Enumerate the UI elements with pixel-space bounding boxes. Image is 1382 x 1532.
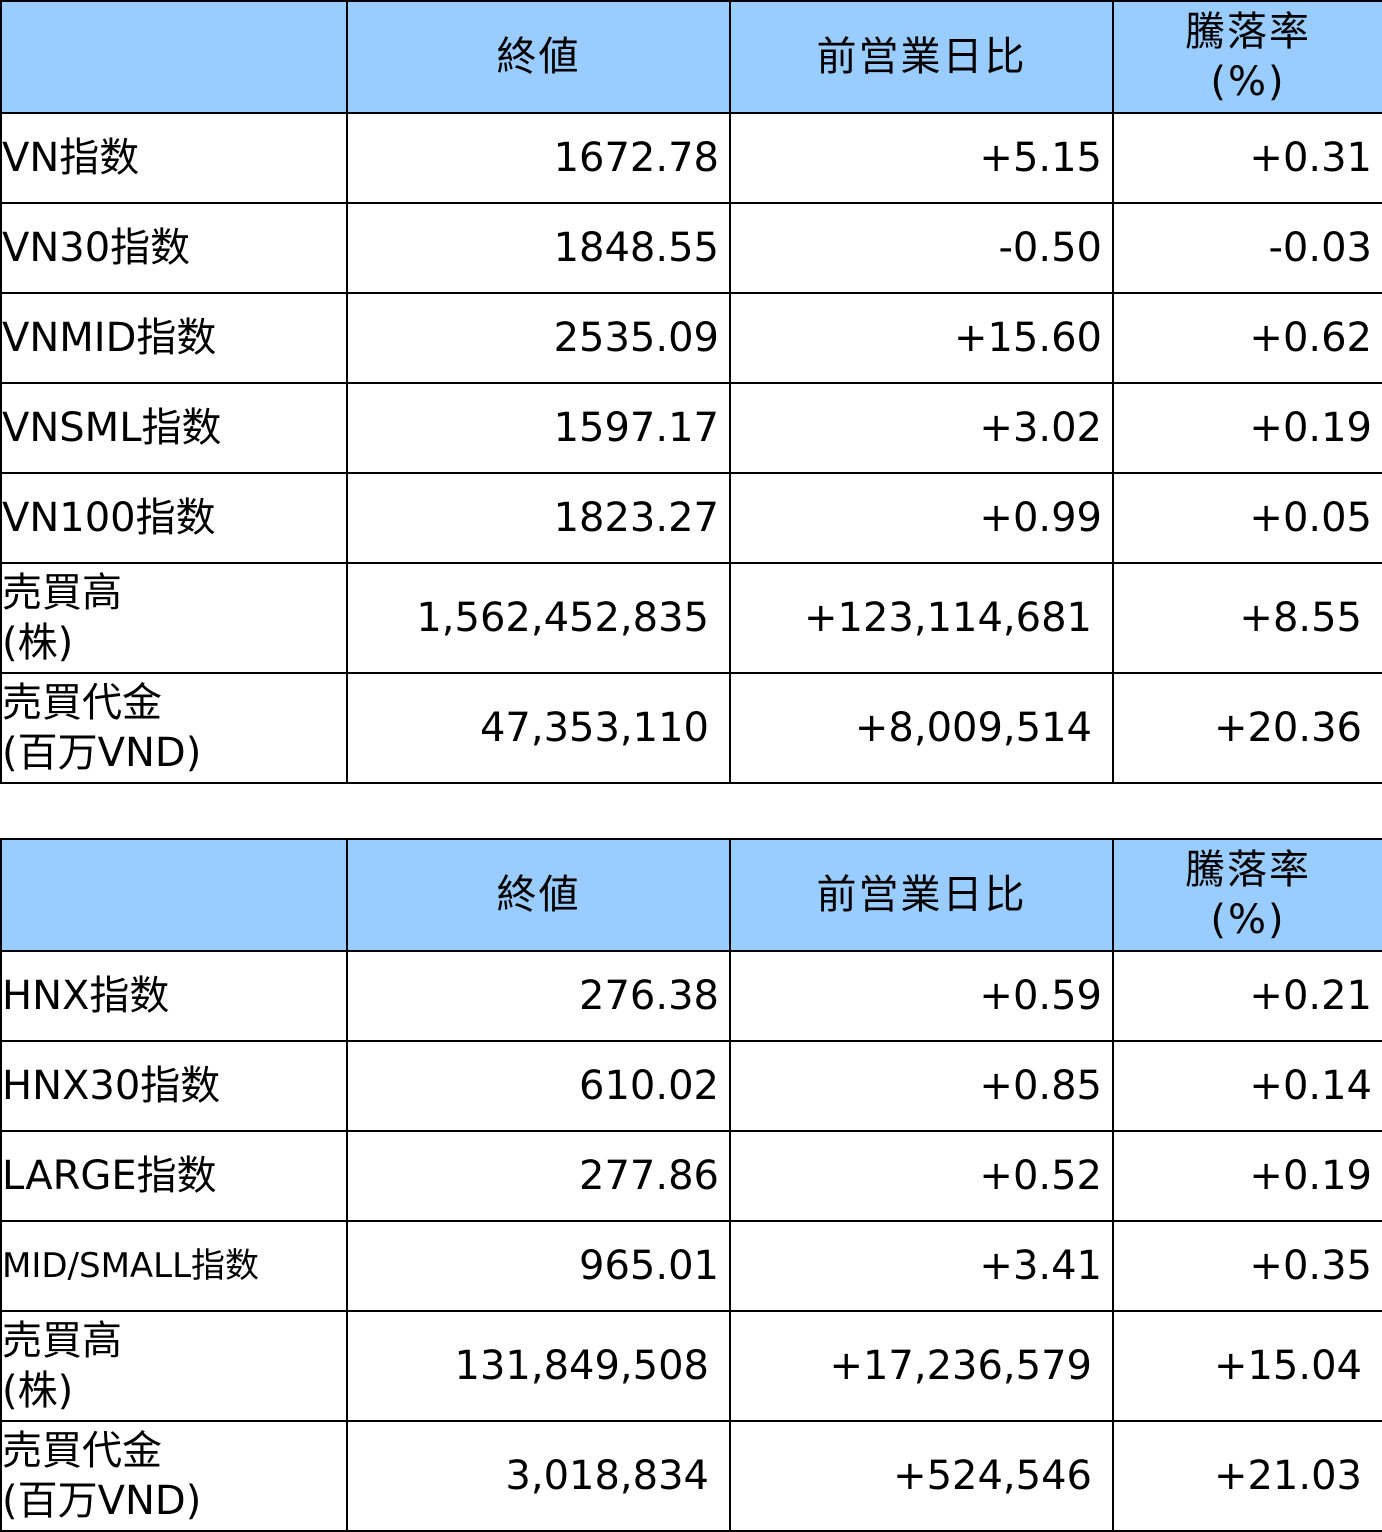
- table-row: VN100指数 1823.27 +0.99 +0.05: [0, 472, 1382, 564]
- close-value: 1823.27: [346, 472, 731, 564]
- change-value: +3.02: [729, 382, 1114, 474]
- trading-value-label: 売買代金 (百万VND): [0, 672, 348, 784]
- table-header-row: 終値 前営業日比 騰落率 (%): [0, 0, 1382, 114]
- trading-value-label: 売買代金 (百万VND): [0, 1420, 348, 1532]
- table-row: HNX指数 276.38 +0.59 +0.21: [0, 950, 1382, 1042]
- change-value: +0.85: [729, 1040, 1114, 1132]
- change-value: +3.41: [729, 1220, 1114, 1312]
- header-pct: 騰落率 (%): [1112, 838, 1382, 952]
- trading-value-close: 3,018,834: [346, 1420, 731, 1532]
- close-value: 610.02: [346, 1040, 731, 1132]
- volume-close: 1,562,452,835: [346, 562, 731, 674]
- pct-value: +0.21: [1112, 950, 1382, 1042]
- row-label: MID/SMALL指数: [0, 1220, 348, 1312]
- header-close: 終値: [346, 0, 731, 114]
- change-value: +5.15: [729, 112, 1114, 204]
- table-row: VNMID指数 2535.09 +15.60 +0.62: [0, 292, 1382, 384]
- change-value: +0.99: [729, 472, 1114, 564]
- close-value: 1672.78: [346, 112, 731, 204]
- header-pct-unit: (%): [1210, 897, 1286, 943]
- trading-value-close: 47,353,110: [346, 672, 731, 784]
- trading-value-pct: +21.03: [1112, 1420, 1382, 1532]
- row-label: LARGE指数: [0, 1130, 348, 1222]
- change-value: -0.50: [729, 202, 1114, 294]
- volume-change: +17,236,579: [729, 1310, 1114, 1422]
- trading-value-change: +8,009,514: [729, 672, 1114, 784]
- pct-value: +0.19: [1112, 1130, 1382, 1222]
- table-row: HNX30指数 610.02 +0.85 +0.14: [0, 1040, 1382, 1132]
- volume-label: 売買高 (株): [0, 1310, 348, 1422]
- trading-value-row: 売買代金 (百万VND) 3,018,834 +524,546 +21.03: [0, 1420, 1382, 1532]
- volume-label-unit: (株): [2, 1368, 74, 1414]
- trading-value-label-unit: (百万VND): [2, 730, 202, 776]
- trading-value-row: 売買代金 (百万VND) 47,353,110 +8,009,514 +20.3…: [0, 672, 1382, 784]
- close-value: 2535.09: [346, 292, 731, 384]
- row-label: HNX指数: [0, 950, 348, 1042]
- table-row: LARGE指数 277.86 +0.52 +0.19: [0, 1130, 1382, 1222]
- volume-row: 売買高 (株) 131,849,508 +17,236,579 +15.04: [0, 1310, 1382, 1422]
- table-row: VN30指数 1848.55 -0.50 -0.03: [0, 202, 1382, 294]
- header-pct: 騰落率 (%): [1112, 0, 1382, 114]
- change-value: +0.59: [729, 950, 1114, 1042]
- volume-row: 売買高 (株) 1,562,452,835 +123,114,681 +8.55: [0, 562, 1382, 674]
- close-value: 276.38: [346, 950, 731, 1042]
- row-label: HNX30指数: [0, 1040, 348, 1132]
- table-row: MID/SMALL指数 965.01 +3.41 +0.35: [0, 1220, 1382, 1312]
- pct-value: +0.31: [1112, 112, 1382, 204]
- pct-value: +0.05: [1112, 472, 1382, 564]
- header-change: 前営業日比: [729, 838, 1114, 952]
- close-value: 277.86: [346, 1130, 731, 1222]
- header-blank-cell: [0, 838, 348, 952]
- trading-value-label-text: 売買代金: [2, 1428, 162, 1474]
- row-label: VNMID指数: [0, 292, 348, 384]
- change-value: +15.60: [729, 292, 1114, 384]
- close-value: 965.01: [346, 1220, 731, 1312]
- volume-pct: +8.55: [1112, 562, 1382, 674]
- volume-label-text: 売買高: [2, 570, 122, 616]
- trading-value-change: +524,546: [729, 1420, 1114, 1532]
- pct-value: +0.35: [1112, 1220, 1382, 1312]
- close-value: 1597.17: [346, 382, 731, 474]
- header-close: 終値: [346, 838, 731, 952]
- pct-value: +0.19: [1112, 382, 1382, 474]
- hnx-index-table: 終値 前営業日比 騰落率 (%) HNX指数 276.38 +0.59 +0.2…: [0, 838, 1382, 1532]
- volume-close: 131,849,508: [346, 1310, 731, 1422]
- pct-value: +0.62: [1112, 292, 1382, 384]
- header-pct-unit: (%): [1210, 59, 1286, 105]
- volume-label-unit: (株): [2, 620, 74, 666]
- change-value: +0.52: [729, 1130, 1114, 1222]
- close-value: 1848.55: [346, 202, 731, 294]
- pct-value: -0.03: [1112, 202, 1382, 294]
- volume-change: +123,114,681: [729, 562, 1114, 674]
- volume-label: 売買高 (株): [0, 562, 348, 674]
- row-label: VN100指数: [0, 472, 348, 564]
- table-row: VNSML指数 1597.17 +3.02 +0.19: [0, 382, 1382, 474]
- trading-value-pct: +20.36: [1112, 672, 1382, 784]
- hose-index-table: 終値 前営業日比 騰落率 (%) VN指数 1672.78 +5.15 +0.3…: [0, 0, 1382, 784]
- header-pct-label: 騰落率: [1185, 847, 1311, 893]
- volume-pct: +15.04: [1112, 1310, 1382, 1422]
- pct-value: +0.14: [1112, 1040, 1382, 1132]
- header-pct-label: 騰落率: [1185, 9, 1311, 55]
- row-label: VN30指数: [0, 202, 348, 294]
- header-blank-cell: [0, 0, 348, 114]
- row-label: VN指数: [0, 112, 348, 204]
- header-change: 前営業日比: [729, 0, 1114, 114]
- row-label: VNSML指数: [0, 382, 348, 474]
- volume-label-text: 売買高: [2, 1318, 122, 1364]
- table-header-row: 終値 前営業日比 騰落率 (%): [0, 838, 1382, 952]
- trading-value-label-unit: (百万VND): [2, 1478, 202, 1524]
- trading-value-label-text: 売買代金: [2, 680, 162, 726]
- table-row: VN指数 1672.78 +5.15 +0.31: [0, 112, 1382, 204]
